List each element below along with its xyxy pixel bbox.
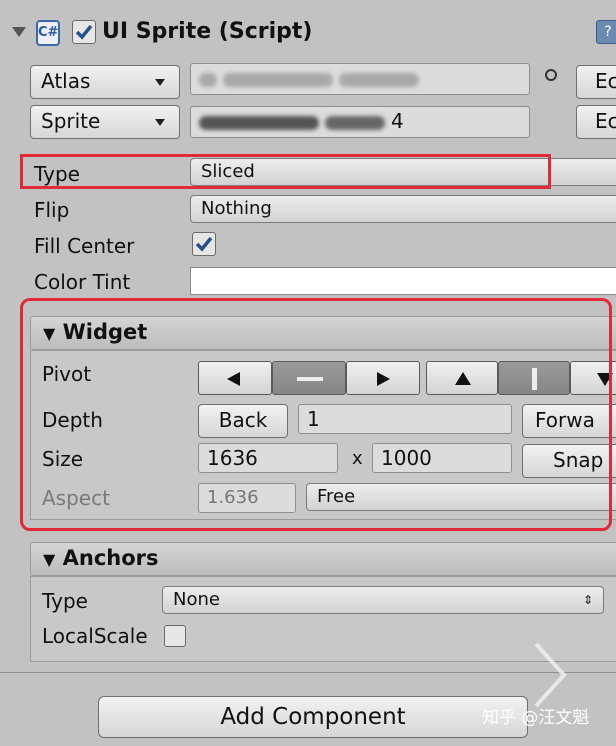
sprite-edit-button[interactable]: Ec	[576, 105, 616, 139]
add-component-label: Add Component	[220, 704, 406, 730]
sprite-field[interactable]: 4	[190, 106, 530, 138]
sprite-button[interactable]: Sprite	[30, 105, 180, 139]
type-highlight-box	[20, 154, 551, 189]
fill-center-label: Fill Center	[34, 234, 135, 258]
atlas-edit-button[interactable]: Ec	[576, 65, 616, 99]
anchors-header-label: Anchors	[62, 546, 159, 570]
color-tint-swatch[interactable]	[190, 267, 616, 295]
foldout-arrow-icon[interactable]	[12, 27, 26, 37]
sprite-value-redacted	[199, 115, 319, 130]
color-tint-label: Color Tint	[34, 270, 131, 294]
foldout-arrow-icon: ▼	[43, 550, 56, 569]
panel-divider	[0, 672, 616, 673]
watermark-text: 知乎 @汪文魁	[482, 708, 590, 728]
component-header: C# UI Sprite (Script) ?	[0, 14, 616, 54]
help-icon[interactable]: ?	[596, 20, 616, 44]
atlas-field[interactable]	[190, 63, 530, 95]
component-title: UI Sprite (Script)	[102, 19, 313, 44]
component-enabled-checkbox[interactable]	[72, 20, 96, 44]
sprite-value-suffix: 4	[391, 109, 404, 133]
flip-label: Flip	[34, 198, 70, 222]
updown-arrows-icon: ⇕	[582, 593, 593, 607]
dropdown-arrow-icon	[155, 119, 165, 126]
add-component-button[interactable]: Add Component	[98, 696, 528, 738]
anchor-type-dropdown[interactable]: None ⇕	[162, 586, 604, 614]
localscale-checkbox[interactable]	[164, 625, 186, 647]
anchor-type-value: None	[173, 589, 220, 610]
flip-value: Nothing	[201, 198, 272, 219]
atlas-edit-label: Ec	[595, 69, 616, 93]
fill-center-checkbox[interactable]	[192, 232, 216, 256]
sprite-label: Sprite	[41, 109, 101, 133]
widget-highlight-box	[20, 298, 612, 531]
atlas-value-redacted	[199, 72, 217, 87]
anchors-header[interactable]: ▼ Anchors	[30, 542, 616, 576]
csharp-script-icon: C#	[36, 20, 60, 46]
atlas-label: Atlas	[41, 69, 91, 93]
chevron-right-icon	[530, 640, 570, 714]
anchor-type-label: Type	[42, 589, 88, 613]
localscale-label: LocalScale	[42, 624, 148, 648]
flip-dropdown[interactable]: Nothing	[190, 195, 616, 223]
sprite-edit-label: Ec	[595, 109, 616, 133]
atlas-button[interactable]: Atlas	[30, 65, 180, 99]
dropdown-arrow-icon	[155, 79, 165, 86]
object-picker-icon[interactable]	[545, 69, 557, 81]
